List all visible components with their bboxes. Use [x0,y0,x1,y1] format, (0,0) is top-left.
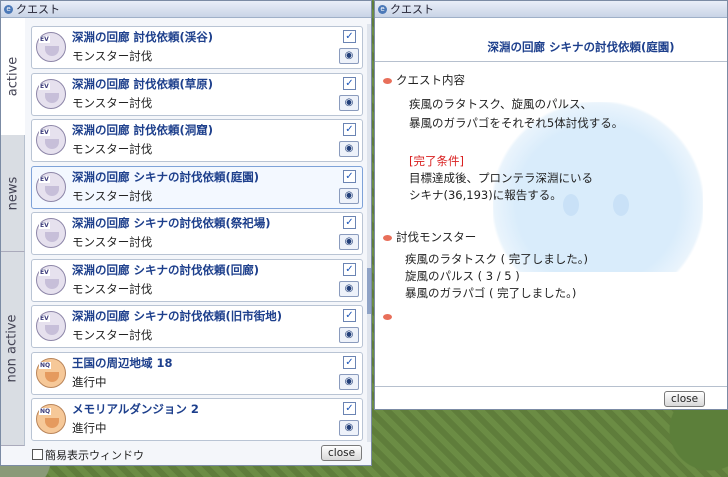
monster-header-label: 討伐モンスター [396,230,477,244]
quest-display-checkbox[interactable]: ✓ [343,355,356,369]
quest-display-checkbox[interactable]: ✓ [343,262,356,276]
complete-condition-header: [完了条件] [409,154,464,168]
quest-detail-window-title: クエスト [390,3,434,16]
quest-display-checkbox[interactable]: ✓ [343,30,356,43]
view-eye-icon[interactable]: ◉ [339,280,359,297]
quest-list-item[interactable]: EV 深淵の回廊 討伐依頼(洞窟) モンスター討伐 ✓ ◉ [31,119,363,162]
view-eye-icon[interactable]: ◉ [339,327,359,343]
ev-quest-icon: EV [36,32,66,62]
quest-display-checkbox[interactable]: ✓ [343,309,356,322]
quest-list-title: クエスト [16,3,60,16]
ev-quest-icon: EV [36,218,66,248]
view-eye-icon[interactable]: ◉ [339,420,359,436]
view-eye-icon[interactable]: ◉ [339,48,359,64]
quest-title: 王国の周辺地域 18 [72,354,193,371]
quest-list-item[interactable]: NQ メモリアルダンジョン 2 進行中 ✓ ◉ [31,398,363,441]
ev-quest-icon: EV [36,125,66,155]
content-header-label: クエスト内容 [396,73,465,87]
quest-type: モンスター討伐 [72,235,153,249]
quest-list-titlebar[interactable]: e クエスト [1,1,371,18]
quest-type: モンスター討伐 [72,95,153,110]
complete-condition-line: 目標達成後、プロンテラ深淵にいる [409,171,593,185]
quest-title: 深淵の回廊 シキナの討伐依頼(庭園) [72,169,260,184]
quest-title: 深淵の回廊 討伐依頼(渓谷) [72,29,234,45]
quest-detail-titlebar[interactable]: e クエスト [375,1,727,18]
scrollbar-thumb[interactable] [367,268,371,314]
quest-list-window: e クエスト active news non active EV 深淵の回廊 討… [0,0,372,466]
quest-list-item[interactable]: EV 深淵の回廊 討伐依頼(草原) モンスター討伐 ✓ ◉ [31,72,363,116]
quest-tabs: active news non active [1,18,25,446]
quest-title: 深淵の回廊 討伐依頼(草原) [72,75,234,92]
quest-detail-body: クエスト内容 疾風のラタトスク、旋風のパルス、 暴風のガラパゴをそれぞれ5体討伐… [375,61,727,387]
tab-non-active[interactable]: non active [1,252,25,446]
quest-display-checkbox[interactable]: ✓ [343,402,356,415]
quest-title: 深淵の回廊 シキナの討伐依頼(祭祀場) [72,215,291,231]
quest-display-checkbox[interactable]: ✓ [343,216,356,229]
nq-quest-icon: NQ [36,357,66,388]
quest-type: モンスター討伐 [72,328,153,342]
monster-section-header: 討伐モンスター [383,229,476,245]
quest-title: 深淵の回廊 討伐依頼(洞窟) [72,122,234,138]
quest-list-item[interactable]: EV 深淵の回廊 シキナの討伐依頼(祭祀場) モンスター討伐 ✓ ◉ [31,212,363,255]
quest-detail-window: e クエスト 深淵の回廊 シキナの討伐依頼(庭園) クエスト内容 疾風のラタトス… [374,0,728,410]
quest-type: モンスター討伐 [72,281,153,296]
quest-title: 深淵の回廊 シキナの討伐依頼(回廊) [72,261,280,278]
bullet-icon [383,313,392,320]
quest-display-checkbox[interactable]: ✓ [343,169,356,183]
quest-type: モンスター討伐 [72,142,153,156]
nq-quest-icon: NQ [36,404,66,434]
close-button[interactable]: close [321,445,363,461]
quest-list-footer: 簡易表示ウィンドウ close [29,444,369,462]
content-line: 疾風のラタトスク、旋風のパルス、 [409,97,592,111]
monster-progress: 疾風のラタトスク ( 完了しました。) [405,252,589,266]
view-eye-icon[interactable]: ◉ [339,141,359,157]
quest-status: 進行中 [72,374,107,389]
view-eye-icon[interactable]: ◉ [339,187,359,204]
content-line: 暴風のガラパゴをそれぞれ5体討伐する。 [409,116,624,130]
complete-condition-line: シキナ(36,193)に報告する。 [409,188,562,202]
empty-section [383,309,396,323]
quest-list-item[interactable]: EV 深淵の回廊 シキナの討伐依頼(回廊) モンスター討伐 ✓ ◉ [31,258,363,302]
quest-title: 深淵の回廊 シキナの討伐依頼(旧市街地) [72,308,303,324]
ev-quest-icon: EV [36,171,66,202]
monster-progress: 旋風のパルス ( 3 / 5 ) [405,269,520,283]
view-eye-icon[interactable]: ◉ [339,234,359,250]
bullet-icon [383,234,392,241]
quest-list-scrollbar[interactable] [367,24,371,442]
monster-progress: 暴風のガラパゴ ( 完了しました。) [405,286,577,300]
quest-list-item-selected[interactable]: EV 深淵の回廊 シキナの討伐依頼(庭園) モンスター討伐 ✓ ◉ [31,165,363,209]
view-eye-icon[interactable]: ◉ [339,373,359,390]
tab-non-active-label: non active [5,314,20,383]
ev-quest-icon: EV [36,311,66,341]
quest-list: EV 深淵の回廊 討伐依頼(渓谷) モンスター討伐 ✓ ◉ EV 深淵の回廊 討… [31,26,363,445]
view-eye-icon[interactable]: ◉ [339,94,359,111]
window-info-icon[interactable]: e [378,4,387,14]
bullet-icon [383,77,392,84]
quest-list-item[interactable]: EV 深淵の回廊 討伐依頼(渓谷) モンスター討伐 ✓ ◉ [31,26,363,69]
quest-list-item[interactable]: EV 深淵の回廊 シキナの討伐依頼(旧市街地) モンスター討伐 ✓ ◉ [31,305,363,348]
quest-type: モンスター討伐 [72,188,153,203]
tab-news-label: news [5,176,20,210]
simple-display-checkbox[interactable] [32,449,43,460]
ev-quest-icon: EV [36,264,66,295]
quest-detail-title: 深淵の回廊 シキナの討伐依頼(庭園) [487,40,675,54]
simple-display-label: 簡易表示ウィンドウ [45,449,144,462]
quest-display-checkbox[interactable]: ✓ [343,76,356,90]
quest-type: モンスター討伐 [72,49,153,63]
quest-title: メモリアルダンジョン 2 [72,401,219,417]
quest-status: 進行中 [72,421,107,435]
close-button[interactable]: close [664,391,706,407]
tab-active-label: active [5,56,21,97]
quest-display-checkbox[interactable]: ✓ [343,123,356,136]
ev-quest-icon: EV [36,78,66,109]
quest-list-item[interactable]: NQ 王国の周辺地域 18 進行中 ✓ ◉ [31,351,363,395]
window-info-icon[interactable]: e [4,4,13,14]
tab-active[interactable]: active [1,18,25,135]
tab-news[interactable]: news [1,135,25,252]
content-section-header: クエスト内容 [383,72,465,88]
